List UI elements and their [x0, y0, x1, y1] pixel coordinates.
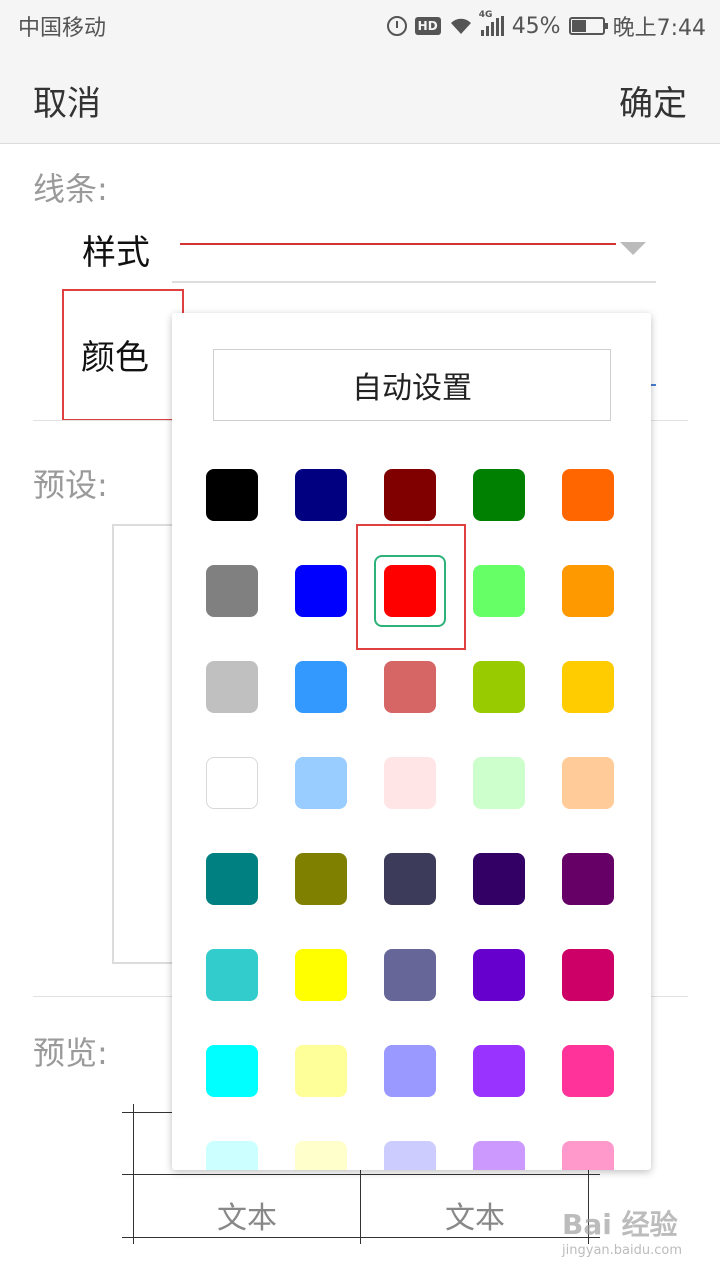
color-swatch[interactable] — [384, 469, 436, 521]
status-icons: HD 4G 45% 晚上7:44 — [386, 10, 706, 42]
color-swatch[interactable] — [473, 1045, 525, 1097]
color-swatch[interactable] — [295, 469, 347, 521]
alarm-icon — [386, 16, 407, 36]
title-bar: 取消 确定 — [0, 50, 720, 144]
color-swatch[interactable] — [473, 949, 525, 1001]
color-swatch[interactable] — [384, 661, 436, 713]
color-swatch[interactable] — [295, 853, 347, 905]
status-bar: 中国移动 HD 4G 45% 晚上7:44 — [0, 0, 720, 50]
style-label: 样式 — [82, 233, 150, 273]
color-swatch[interactable] — [295, 661, 347, 713]
selected-swatch-highlight — [356, 524, 466, 650]
color-swatch[interactable] — [562, 1045, 614, 1097]
color-swatch[interactable] — [473, 757, 525, 809]
color-swatch[interactable] — [295, 565, 347, 617]
clock: 晚上7:44 — [612, 16, 706, 41]
color-swatch[interactable] — [562, 949, 614, 1001]
color-swatch[interactable] — [473, 469, 525, 521]
auto-color-button[interactable]: 自动设置 — [213, 349, 611, 421]
color-swatch[interactable] — [206, 853, 258, 905]
color-swatch[interactable] — [206, 1045, 258, 1097]
color-swatch[interactable] — [562, 469, 614, 521]
color-swatch[interactable] — [206, 1141, 258, 1170]
color-swatch[interactable] — [562, 565, 614, 617]
color-picker-popup: 自动设置 — [172, 313, 651, 1170]
color-swatch[interactable] — [206, 565, 258, 617]
preview-border — [122, 1112, 174, 1113]
color-swatch[interactable] — [206, 661, 258, 713]
preview-border — [122, 1174, 600, 1175]
battery-icon — [568, 17, 608, 35]
hd-icon: HD — [414, 17, 441, 35]
color-swatch[interactable] — [562, 853, 614, 905]
carrier-name: 中国移动 — [18, 16, 107, 41]
color-swatch[interactable] — [206, 469, 258, 521]
line-style-preview[interactable] — [180, 243, 616, 245]
cell-signal-icon: 4G — [479, 10, 504, 36]
color-swatch[interactable] — [206, 949, 258, 1001]
cancel-button[interactable]: 取消 — [33, 76, 101, 125]
wifi-icon — [450, 18, 471, 34]
color-swatch[interactable] — [384, 949, 436, 1001]
color-swatch[interactable] — [295, 757, 347, 809]
color-swatch[interactable] — [206, 757, 258, 809]
color-swatch[interactable] — [562, 1141, 614, 1170]
color-swatch[interactable] — [473, 1141, 525, 1170]
preview-section-title: 预览: — [33, 1034, 108, 1072]
preview-border — [360, 1168, 361, 1244]
color-swatch[interactable] — [473, 853, 525, 905]
dropdown-arrow-icon[interactable] — [620, 242, 646, 255]
preview-cell-text: 文本 — [217, 1201, 277, 1236]
color-swatch[interactable] — [562, 757, 614, 809]
network-type: 4G — [478, 10, 493, 20]
color-swatch[interactable] — [473, 565, 525, 617]
confirm-button[interactable]: 确定 — [619, 76, 687, 125]
color-swatch[interactable] — [295, 949, 347, 1001]
color-swatch[interactable] — [295, 1141, 347, 1170]
color-swatch[interactable] — [384, 1045, 436, 1097]
preview-border — [122, 1237, 600, 1238]
color-swatch[interactable] — [473, 661, 525, 713]
color-swatch[interactable] — [384, 1141, 436, 1170]
color-swatch[interactable] — [562, 661, 614, 713]
preview-cell-text: 文本 — [445, 1201, 505, 1236]
color-swatch[interactable] — [384, 757, 436, 809]
preset-section-title: 预设: — [33, 466, 108, 504]
style-select-underline — [172, 281, 656, 283]
line-section-title: 线条: — [33, 170, 108, 208]
watermark-brand: Bai 经验 — [562, 1208, 678, 1241]
battery-percent: 45% — [511, 13, 561, 39]
color-swatch[interactable] — [295, 1045, 347, 1097]
watermark-url: jingyan.baidu.com — [562, 1243, 682, 1258]
color-swatch[interactable] — [384, 853, 436, 905]
baidu-watermark-logo: Bai 经验 jingyan.baidu.com — [562, 1203, 682, 1258]
color-label-highlight — [62, 289, 184, 421]
